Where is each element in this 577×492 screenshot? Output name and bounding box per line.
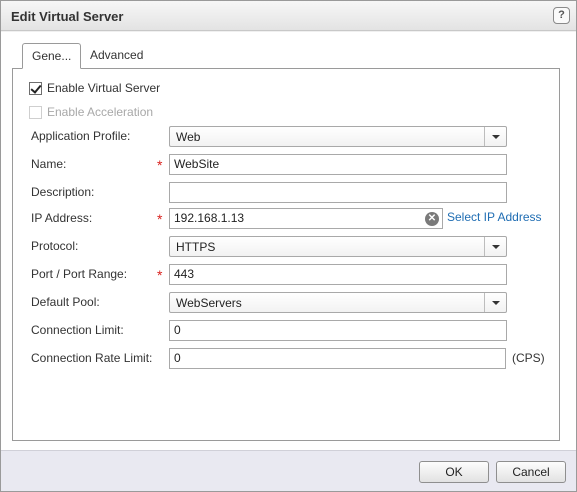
default-pool-value: WebServers — [176, 296, 242, 310]
application-profile-select[interactable]: Web — [169, 126, 507, 147]
name-required-mark: * — [157, 157, 163, 173]
name-input[interactable]: WebSite — [169, 154, 507, 175]
enable-virtual-server-checkbox[interactable] — [29, 82, 42, 95]
edit-virtual-server-dialog: Edit Virtual Server ? Gene... Advanced E… — [0, 0, 577, 492]
enable-acceleration-label: Enable Acceleration — [47, 105, 154, 119]
description-input[interactable] — [169, 182, 507, 203]
connection-limit-input[interactable]: 0 — [169, 320, 507, 341]
dialog-titlebar[interactable]: Edit Virtual Server ? — [1, 1, 576, 31]
chevron-down-icon[interactable] — [484, 127, 506, 146]
protocol-label: Protocol: — [31, 239, 79, 253]
tab-advanced[interactable]: Advanced — [81, 43, 152, 69]
connection-rate-limit-input[interactable]: 0 — [169, 348, 506, 369]
select-ip-address-link[interactable]: Select IP Address — [447, 210, 542, 224]
protocol-value: HTTPS — [176, 240, 216, 254]
enable-virtual-server-label: Enable Virtual Server — [47, 81, 161, 95]
chevron-down-icon[interactable] — [484, 237, 506, 256]
dialog-title: Edit Virtual Server — [11, 9, 124, 24]
enable-acceleration-checkbox — [29, 106, 42, 119]
application-profile-label: Application Profile: — [31, 129, 131, 143]
default-pool-select[interactable]: WebServers — [169, 292, 507, 313]
description-label: Description: — [31, 185, 95, 199]
cancel-button[interactable]: Cancel — [496, 461, 566, 483]
port-label: Port / Port Range: — [31, 267, 128, 281]
tab-general[interactable]: Gene... — [22, 43, 82, 69]
port-input[interactable]: 443 — [169, 264, 507, 285]
help-icon[interactable]: ? — [553, 7, 570, 24]
dialog-body: Gene... Advanced Enable Virtual Server E… — [1, 32, 576, 450]
default-pool-label: Default Pool: — [31, 295, 100, 309]
ok-button[interactable]: OK — [419, 461, 489, 483]
general-panel: Enable Virtual Server Enable Acceleratio… — [12, 68, 560, 441]
application-profile-value: Web — [176, 130, 201, 144]
dialog-footer: OK Cancel — [1, 450, 576, 491]
protocol-select[interactable]: HTTPS — [169, 236, 507, 257]
ip-address-required-mark: * — [157, 211, 163, 227]
clear-icon[interactable]: ✕ — [425, 212, 439, 226]
port-required-mark: * — [157, 267, 163, 283]
chevron-down-icon[interactable] — [484, 293, 506, 312]
connection-rate-limit-label: Connection Rate Limit: — [31, 351, 153, 365]
ip-address-label: IP Address: — [31, 211, 93, 225]
connection-limit-label: Connection Limit: — [31, 323, 124, 337]
ip-address-input[interactable]: 192.168.1.13 — [169, 208, 443, 229]
name-label: Name: — [31, 157, 67, 171]
connection-rate-unit: (CPS) — [512, 351, 545, 365]
